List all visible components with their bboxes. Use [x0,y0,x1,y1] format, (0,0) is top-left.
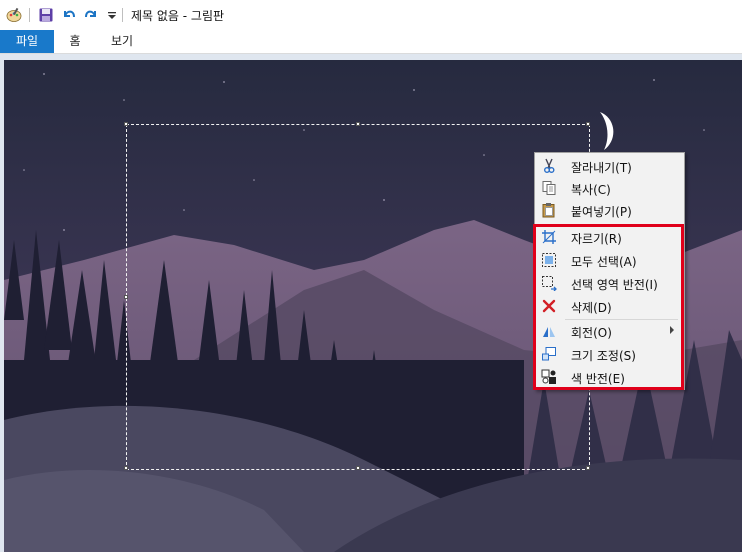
context-menu: 잘라내기(T) 복사(C) 붙여넣기(P) 자르기(R) 모두 선택(A) 선택… [534,152,685,390]
window-title: 제목 없음 - 그림판 [131,9,225,23]
save-icon[interactable] [38,7,54,23]
selection-handle[interactable] [586,122,590,126]
selection-rectangle[interactable] [124,122,590,470]
menu-item-label: 모두 선택(A) [571,255,637,269]
selection-handle[interactable] [124,466,128,470]
menu-item-delete[interactable]: 삭제(D) [537,295,682,317]
copy-icon [542,181,556,195]
menu-item-paste[interactable]: 붙여넣기(P) [537,199,682,221]
crop-icon [542,230,556,244]
menu-item-copy[interactable]: 복사(C) [537,177,682,199]
undo-icon[interactable] [61,7,77,23]
ribbon-tabs: 파일 홈 보기 [0,30,742,54]
menu-item-label: 복사(C) [571,183,611,197]
invert-color-icon [541,369,556,384]
redo-icon[interactable] [83,7,99,23]
selection-handle[interactable] [356,466,360,470]
menu-item-select-all[interactable]: 모두 선택(A) [537,249,682,271]
paint-app-icon[interactable] [6,7,22,23]
menu-item-label: 붙여넣기(P) [571,205,632,219]
menu-item-resize[interactable]: 크기 조정(S) [537,343,682,365]
selection-handle[interactable] [586,466,590,470]
rotate-icon [543,327,555,337]
menu-item-crop[interactable]: 자르기(R) [537,226,682,248]
menu-item-label: 크기 조정(S) [571,349,636,363]
delete-icon [542,299,556,313]
customize-dropdown-icon[interactable] [104,7,120,23]
menu-item-label: 회전(O) [571,326,612,340]
submenu-arrow-icon [670,326,674,334]
paste-icon [542,203,555,218]
tab-home[interactable]: 홈 [54,30,96,53]
selection-handle[interactable] [124,295,128,299]
menu-item-label: 색 반전(E) [571,372,625,386]
qat-separator [29,8,30,22]
menu-item-label: 삭제(D) [571,301,612,315]
menu-item-invert-selection[interactable]: 선택 영역 반전(I) [537,272,682,294]
menu-item-cut[interactable]: 잘라내기(T) [537,155,682,177]
scissors-icon [544,158,555,173]
menu-item-invert-color[interactable]: 색 반전(E) [537,366,682,388]
resize-icon [542,347,556,361]
tab-file[interactable]: 파일 [0,30,54,53]
tab-view[interactable]: 보기 [96,30,148,53]
selection-handle[interactable] [124,122,128,126]
qat-separator [122,8,123,22]
menu-item-label: 자르기(R) [571,232,622,246]
selection-handle[interactable] [356,122,360,126]
title-bar: 제목 없음 - 그림판 [0,0,742,30]
menu-item-label: 잘라내기(T) [571,161,632,175]
menu-separator [565,224,678,225]
menu-item-label: 선택 영역 반전(I) [571,278,658,292]
menu-item-rotate[interactable]: 회전(O) [537,320,682,342]
select-all-icon [542,253,556,267]
invert-selection-icon [542,276,557,291]
